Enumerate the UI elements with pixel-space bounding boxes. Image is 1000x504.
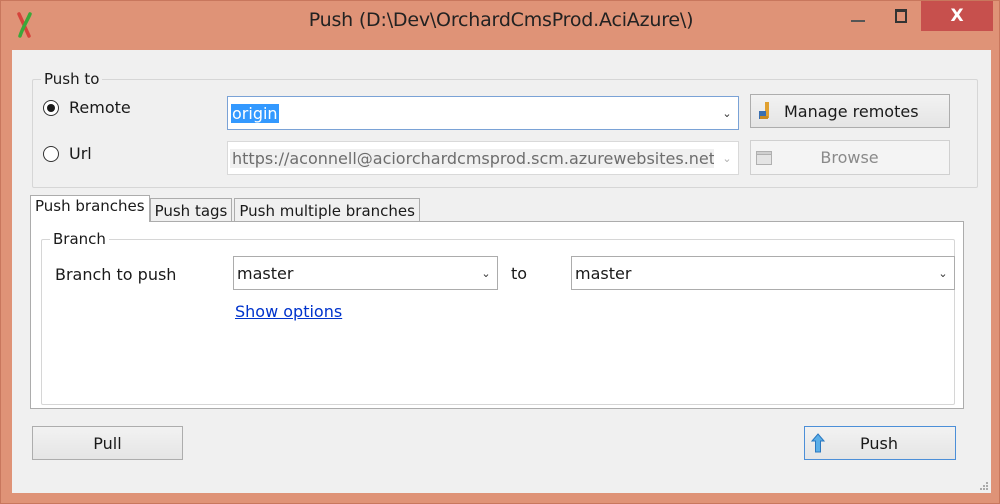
branch-legend: Branch: [50, 230, 109, 248]
folder-icon: [756, 150, 772, 165]
chevron-down-icon[interactable]: ⌄: [716, 152, 738, 165]
close-icon: X: [950, 6, 964, 26]
url-select-value: https://aconnell@aciorchardcmsprod.scm.a…: [230, 148, 714, 168]
resize-grip-icon[interactable]: [979, 481, 989, 491]
minimize-icon: [851, 20, 865, 22]
push-tabs: Push branches Push tags Push multiple br…: [30, 195, 422, 222]
maximize-icon: [895, 9, 907, 23]
push-button[interactable]: Push: [804, 426, 956, 460]
browse-label: Browse: [820, 148, 879, 167]
branch-to-push-label: Branch to push: [55, 265, 177, 284]
minimize-button[interactable]: [843, 1, 873, 31]
remote-select[interactable]: origin ⌄: [227, 96, 739, 130]
browse-button[interactable]: Browse: [750, 140, 950, 175]
push-to-legend: Push to: [41, 70, 103, 88]
remote-branch-value: master: [575, 263, 632, 283]
title-bar[interactable]: Push (D:\Dev\OrchardCmsProd.AciAzure\) X: [1, 1, 1000, 49]
tab-push-tags[interactable]: Push tags: [149, 198, 233, 222]
remote-radio-indicator[interactable]: [43, 99, 59, 116]
pull-button[interactable]: Pull: [32, 426, 183, 460]
remote-radio[interactable]: Remote: [43, 98, 131, 117]
arrow-up-icon: [811, 433, 825, 453]
local-branch-value: master: [237, 263, 294, 283]
url-select[interactable]: https://aconnell@aciorchardcmsprod.scm.a…: [227, 141, 739, 175]
manage-remotes-label: Manage remotes: [784, 101, 919, 121]
pull-label: Pull: [93, 433, 122, 453]
manage-remotes-icon: [759, 102, 769, 119]
remote-branch-select[interactable]: master ⌄: [571, 256, 955, 290]
url-radio-indicator[interactable]: [43, 145, 59, 162]
url-radio[interactable]: Url: [43, 144, 92, 163]
to-label: to: [511, 264, 528, 283]
push-label: Push: [860, 433, 898, 453]
manage-remotes-button[interactable]: Manage remotes: [750, 94, 950, 128]
chevron-down-icon[interactable]: ⌄: [716, 107, 738, 120]
push-branches-panel: Branch Branch to push master ⌄ to master…: [30, 221, 964, 409]
chevron-down-icon[interactable]: ⌄: [932, 267, 954, 280]
push-to-group: Push to Remote origin ⌄ Manage remotes U: [32, 70, 978, 188]
dialog-client-area: Push to Remote origin ⌄ Manage remotes U: [12, 50, 991, 493]
tab-push-multiple-branches[interactable]: Push multiple branches: [234, 198, 420, 222]
show-options-link[interactable]: Show options: [235, 302, 342, 321]
push-dialog-window: Push (D:\Dev\OrchardCmsProd.AciAzure\) X…: [0, 0, 1000, 504]
branch-group: Branch Branch to push master ⌄ to master…: [41, 230, 955, 405]
chevron-down-icon[interactable]: ⌄: [475, 267, 497, 280]
maximize-button[interactable]: [886, 1, 916, 31]
close-button[interactable]: X: [921, 1, 993, 31]
remote-radio-label: Remote: [69, 98, 131, 117]
url-radio-label: Url: [69, 144, 92, 163]
remote-select-value: origin: [231, 103, 279, 123]
local-branch-select[interactable]: master ⌄: [233, 256, 498, 290]
tab-push-branches[interactable]: Push branches: [30, 195, 150, 222]
